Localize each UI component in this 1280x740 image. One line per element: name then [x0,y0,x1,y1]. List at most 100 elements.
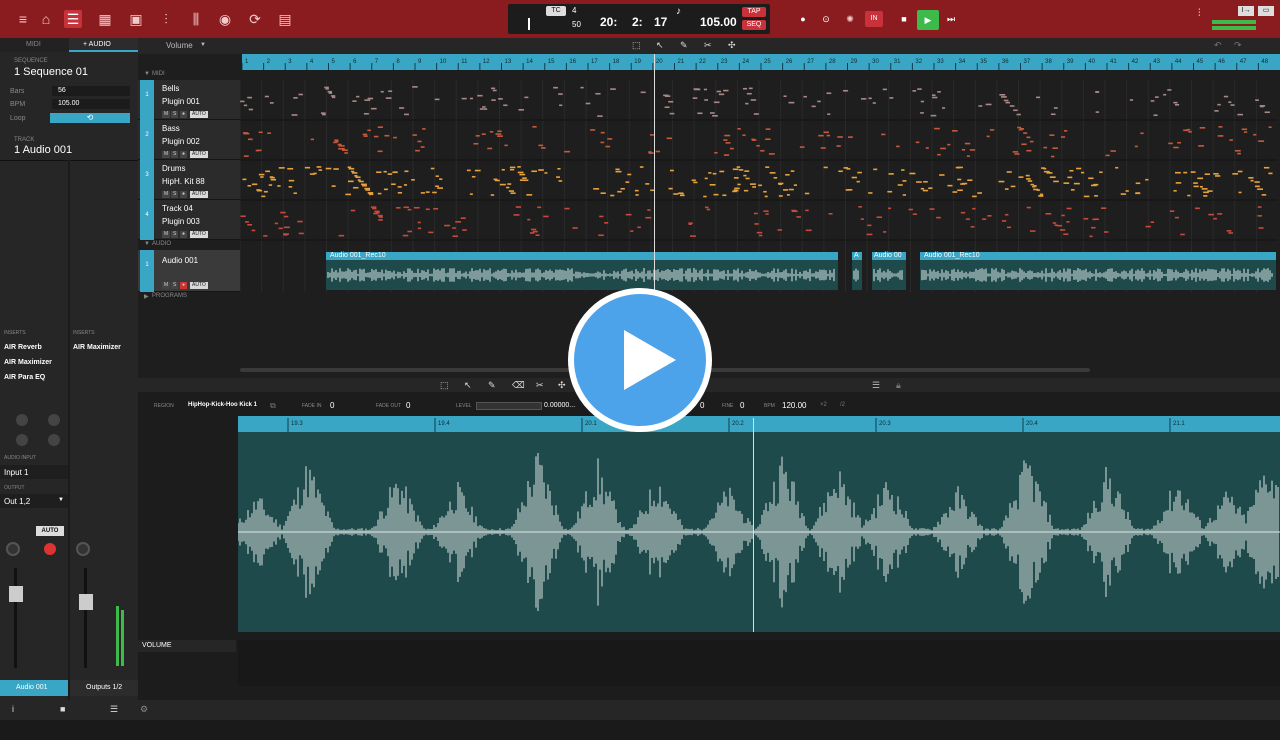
view-select[interactable]: Volume [166,41,193,50]
pencil-tool-icon[interactable]: ✎ [680,40,688,51]
pad-icon[interactable]: ■ [60,704,65,714]
record-icon[interactable]: ● [795,11,811,27]
bpm-value[interactable]: 120.00 [782,401,806,410]
level-slider[interactable] [476,402,542,410]
solo-button[interactable]: S [171,191,179,198]
insert-slot[interactable]: AIR Maximizer [73,344,121,351]
auto-button[interactable]: AUTO [190,191,208,198]
mute-button[interactable]: M [162,191,171,198]
timeline-ruler[interactable]: 1 2 3 4 5 6 7 8 9 10 11 12 13 14 15 16 17 18 19 20 21 22 23 24 2… [241,54,1280,70]
divide-icon[interactable]: /2 [840,402,845,408]
fade-out-value[interactable]: 0 [406,401,410,410]
bpm-value[interactable]: 105.00 [700,15,737,29]
undo-icon[interactable]: ↶ [1214,40,1222,51]
auto-button[interactable]: AUTO [190,151,208,158]
info-icon[interactable]: i [12,704,14,714]
eraser-tool-icon[interactable]: ⌫ [512,380,525,391]
record-arm-button[interactable]: ● [180,191,188,198]
channel-tab-audio[interactable]: Audio 001 [0,680,68,696]
audio-input-select[interactable]: Input 1 [0,465,68,479]
copy-icon[interactable]: ⧉ [270,401,276,411]
solo-button[interactable]: S [171,282,179,289]
select-tool-icon[interactable]: ⬚ [440,380,449,391]
sliders-icon[interactable]: ⫶ [157,10,175,28]
pencil-tool-icon[interactable]: ✎ [488,380,496,391]
zoom-tool-icon[interactable]: ✣ [728,40,736,51]
lock-icon[interactable]: 🔒︎ [896,380,901,391]
solo-button[interactable]: S [171,151,179,158]
editor-ruler[interactable]: 19.3 19.4 20.1 20.2 20.3 20.4 21.1 [238,416,1280,432]
play-icon[interactable]: ▶ [917,10,939,30]
solo-button[interactable]: S [171,231,179,238]
track-header[interactable]: 2 Bass Plugin 002 M S ● AUTO [138,120,240,160]
tab-audio[interactable]: + AUDIO [69,38,138,52]
track-plugin[interactable]: HipH. Kit 88 [162,177,205,186]
bpm-field[interactable]: 105.00 [52,99,130,109]
volume-fader[interactable] [79,594,93,610]
plugin-icon[interactable]: ▣ [127,10,145,28]
track-name[interactable]: 1 Audio 001 [14,144,72,156]
list-icon[interactable]: ☰ [872,380,880,391]
list-icon[interactable]: ☰ [110,704,118,715]
play-start-icon[interactable]: ⏭ [943,11,959,27]
send-knob[interactable] [16,434,28,446]
record-arm-button[interactable]: ● [180,282,188,289]
select-tool-icon[interactable]: ⬚ [632,40,641,51]
loop-toggle[interactable]: ⟲ [50,113,130,123]
mute-button[interactable]: M [162,282,171,289]
record-arm-icon[interactable] [44,543,56,555]
volume-automation-lane[interactable] [238,640,1280,686]
tab-midi[interactable]: MIDI [0,38,69,52]
audio-track-header[interactable]: 1 Audio 001 M S ● AUTO [138,250,240,292]
editor-waveform-area[interactable] [237,432,1280,632]
programs-section-header[interactable]: ▶ PROGRAMS [138,292,240,302]
playhead[interactable] [654,54,655,294]
bars-field[interactable]: 56 [52,86,130,96]
pointer-tool-icon[interactable]: ↖ [656,40,664,51]
mute-button[interactable]: M [162,111,171,118]
volume-fader[interactable] [9,586,23,602]
scissors-tool-icon[interactable]: ✂ [536,380,544,391]
insert-slot[interactable]: AIR Reverb [4,344,42,351]
home-icon[interactable]: ⌂ [37,10,55,28]
list-icon[interactable]: ☰ [64,10,82,28]
pan-knob[interactable] [76,542,90,556]
io-icon[interactable]: I→ [1238,6,1254,16]
mixer-icon[interactable]: ⫼ [187,10,205,28]
browser-icon[interactable]: ▤ [276,10,294,28]
send-knob[interactable] [48,434,60,446]
seq-button[interactable]: SEQ [742,20,766,30]
sequence-name[interactable]: 1 Sequence 01 [14,66,88,78]
fade-in-value[interactable]: 0 [330,401,334,410]
pan-knob[interactable] [6,542,20,556]
track-header[interactable]: 1 Bells Plugin 001 M S ● AUTO [138,80,240,120]
send-knob[interactable] [16,414,28,426]
in-button[interactable]: IN [865,11,883,27]
record-circle-icon[interactable]: ◉ [216,10,234,28]
track-plugin[interactable]: Plugin 003 [162,217,200,226]
redo-icon[interactable]: ↷ [1234,40,1242,51]
track-plugin[interactable]: Plugin 001 [162,97,200,106]
track-plugin[interactable]: Plugin 002 [162,137,200,146]
pointer-tool-icon[interactable]: ↖ [464,380,472,391]
stop-icon[interactable]: ■ [896,11,912,27]
region-name[interactable]: HipHop-Kick-Hoo Kick 1 [188,402,257,408]
tap-button[interactable]: TAP [742,7,766,17]
insert-slot[interactable]: AIR Para EQ [4,374,45,381]
video-play-button[interactable] [568,288,712,432]
record-arm-button[interactable]: ● [180,151,188,158]
track-header[interactable]: 4 Track 04 Plugin 003 M S ● AUTO [138,200,240,240]
settings-icon[interactable]: ⚙ [140,704,148,715]
channel-tab-outputs[interactable]: Outputs 1/2 [70,680,138,696]
zoom-tool-icon[interactable]: ✣ [558,380,566,391]
multiply-icon[interactable]: ×2 [820,402,827,408]
record-arm-button[interactable]: ● [180,231,188,238]
fullscreen-icon[interactable]: ▭ [1258,6,1274,16]
auto-button[interactable]: AUTO [190,282,208,289]
mute-button[interactable]: M [162,231,171,238]
mute-button[interactable]: M [162,151,171,158]
fine-value[interactable]: 0 [740,401,744,410]
auto-button[interactable]: AUTO [190,231,208,238]
track-header[interactable]: 3 Drums HipH. Kit 88 M S ● AUTO [138,160,240,200]
tc-button[interactable]: TC [546,6,566,16]
